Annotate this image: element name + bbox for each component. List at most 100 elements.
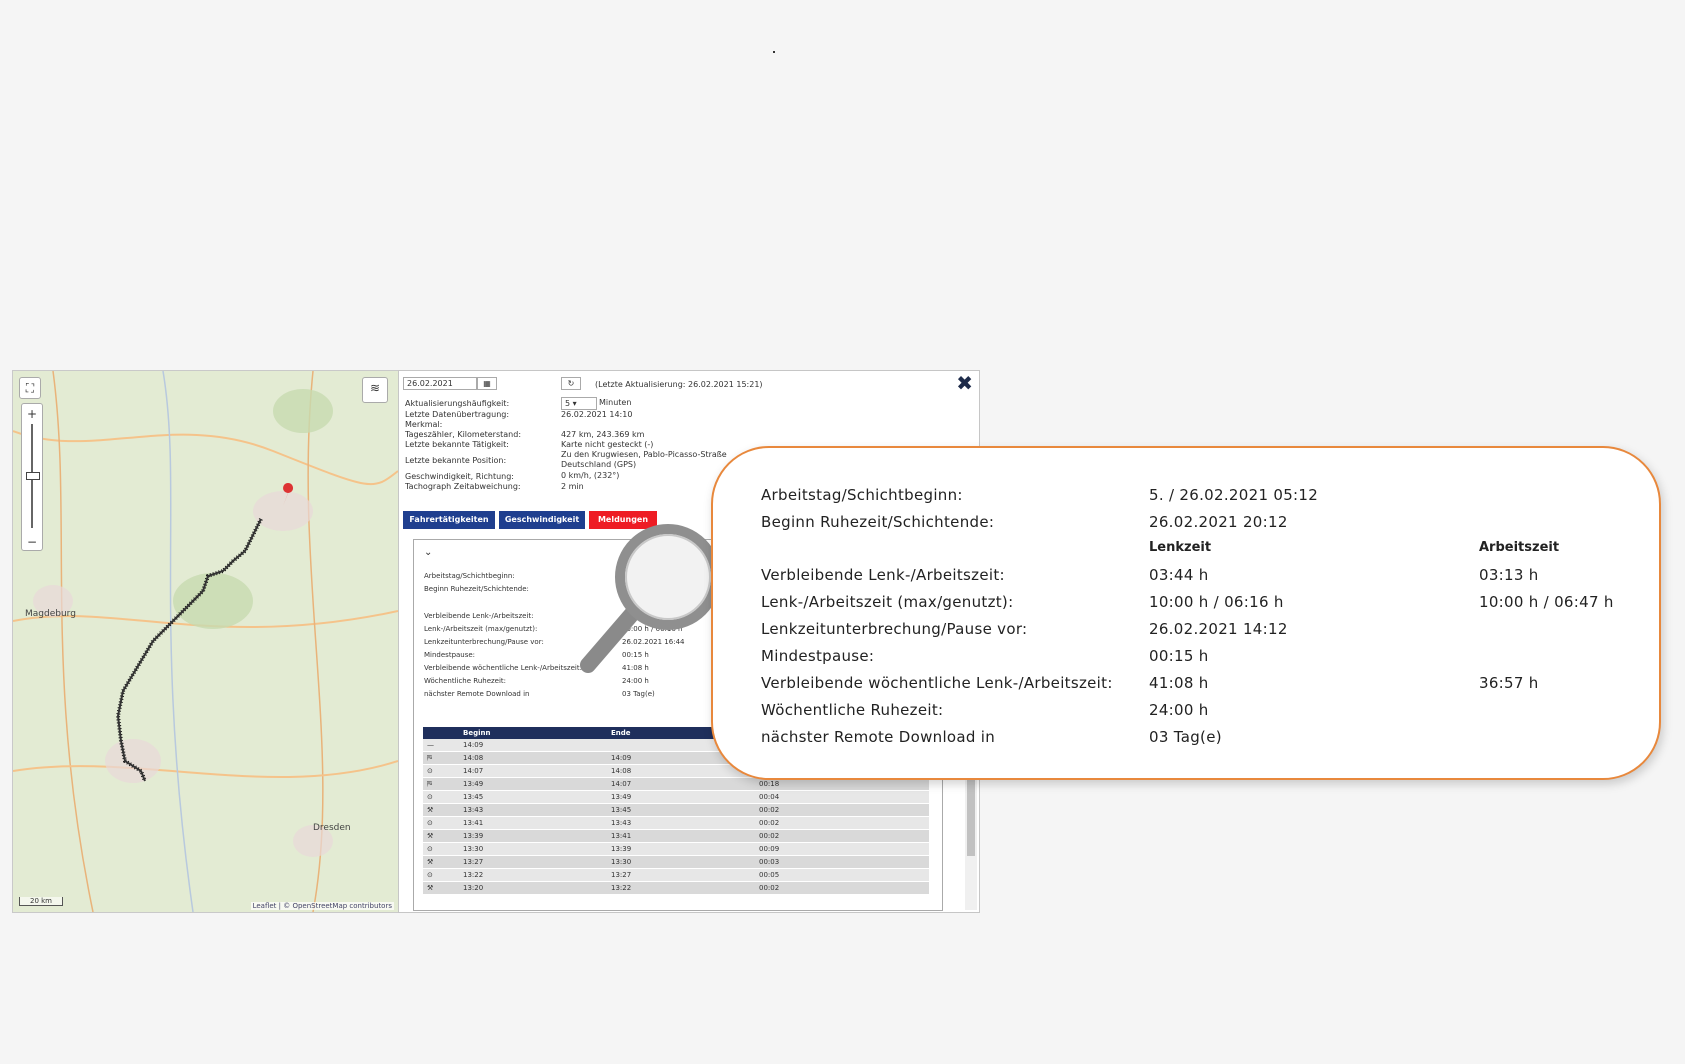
table-cell: 13:20 — [459, 881, 607, 895]
table-cell: 13:43 — [607, 816, 755, 830]
info-label: Geschwindigkeit, Richtung: — [405, 472, 514, 481]
callout-value: 41:08 h — [1149, 674, 1209, 692]
table-cell: 13:30 — [459, 842, 607, 856]
callout-value: 03:44 h — [1149, 566, 1209, 584]
refresh-interval-select[interactable]: 5 ▾ — [561, 397, 597, 410]
callout-label: Mindestpause: — [761, 647, 875, 665]
table-row[interactable]: ⚒ 13:43 13:45 00:02 — [423, 803, 929, 817]
table-row[interactable]: ⊙ 13:22 13:27 00:05 — [423, 868, 929, 882]
table-row[interactable]: ⊙ 13:30 13:39 00:09 — [423, 842, 929, 856]
magnifier-icon — [580, 524, 721, 673]
info-label: Merkmal: — [405, 420, 443, 429]
table-cell: 13:27 — [459, 855, 607, 869]
table-cell: 13:45 — [459, 790, 607, 804]
table-cell: 13:49 — [459, 777, 607, 791]
callout-value-arbeitszeit: 10:00 h / 06:47 h — [1479, 593, 1614, 611]
table-cell: 13:27 — [607, 868, 755, 882]
info-value: Deutschland (GPS) — [561, 460, 637, 469]
table-cell: 13:41 — [607, 829, 755, 843]
table-cell: 14:08 — [459, 751, 607, 765]
inner-label: Arbeitstag/Schichtbeginn: — [424, 572, 515, 580]
callout-value: 26.02.2021 20:12 — [1149, 513, 1288, 531]
activity-icon: ⛿ — [423, 751, 459, 765]
chevron-down-icon[interactable]: ⌄ — [424, 548, 432, 558]
activity-icon: ⊙ — [423, 868, 459, 882]
inner-label: nächster Remote Download in — [424, 690, 530, 698]
table-cell: 13:22 — [607, 881, 755, 895]
table-row[interactable]: ⚒ 13:39 13:41 00:02 — [423, 829, 929, 843]
activity-icon: ⊙ — [423, 842, 459, 856]
close-icon[interactable]: ✖ — [956, 371, 973, 395]
zoom-slider[interactable]: + − — [21, 403, 43, 551]
inner-label: Wöchentliche Ruhezeit: — [424, 677, 507, 685]
table-cell: 00:03 — [755, 855, 929, 869]
table-row[interactable]: ⚒ 13:20 13:22 00:02 — [423, 881, 929, 895]
callout-value: 00:15 h — [1149, 647, 1209, 665]
last-update-text: (Letzte Aktualisierung: 26.02.2021 15:21… — [595, 380, 763, 389]
inner-label: Verbleibende Lenk-/Arbeitszeit: — [424, 612, 534, 620]
callout-value: 5. / 26.02.2021 05:12 — [1149, 486, 1319, 504]
callout-value: 10:00 h / 06:16 h — [1149, 593, 1284, 611]
table-cell: 13:30 — [607, 855, 755, 869]
table-cell: 14:09 — [459, 739, 607, 752]
callout-label: Beginn Ruhezeit/Schichtende: — [761, 513, 995, 531]
callout-value-arbeitszeit: 36:57 h — [1479, 674, 1539, 692]
map-scale: 20 km — [19, 897, 64, 906]
table-cell: 00:02 — [755, 816, 929, 830]
callout-label: Verbleibende Lenk-/Arbeitszeit: — [761, 566, 1005, 584]
table-cell: 13:45 — [607, 803, 755, 817]
callout-value: 24:00 h — [1149, 701, 1209, 719]
activity-icon: ⊙ — [423, 816, 459, 830]
calendar-icon[interactable]: ▦ — [477, 377, 497, 390]
refresh-unit: Minuten — [599, 398, 632, 407]
refresh-icon[interactable]: ↻ — [561, 377, 581, 390]
map-label-magdeburg: Magdeburg — [25, 609, 76, 619]
layers-icon[interactable]: ≋ — [362, 377, 388, 403]
route-map[interactable]: ⛶ + − ≋ Magdeburg Dresden 20 km Leaflet … — [12, 370, 399, 913]
activity-icon: ⛿ — [423, 777, 459, 791]
table-cell: 14:07 — [607, 777, 755, 791]
info-value: 0 km/h, (232°) — [561, 471, 620, 480]
tab-fahrertaetigkeiten[interactable]: Fahrertätigkeiten — [403, 511, 495, 529]
table-header[interactable]: Beginn — [459, 727, 607, 739]
table-cell: 14:07 — [459, 764, 607, 778]
info-label: Aktualisierungshäufigkeit: — [405, 399, 510, 408]
fullscreen-icon[interactable]: ⛶ — [19, 377, 41, 399]
column-header-arbeitszeit: Arbeitszeit — [1479, 540, 1560, 555]
inner-label: Mindestpause: — [424, 651, 476, 659]
info-value: 26.02.2021 14:10 — [561, 410, 633, 419]
table-row[interactable]: ⊙ 13:45 13:49 00:04 — [423, 790, 929, 804]
callout-label: Verbleibende wöchentliche Lenk-/Arbeitsz… — [761, 674, 1113, 692]
info-value: 2 min — [561, 482, 584, 491]
zoom-knob[interactable] — [26, 472, 40, 480]
info-label: Tageszähler, Kilometerstand: — [405, 430, 522, 439]
map-label-dresden: Dresden — [313, 823, 351, 833]
refresh-interval-value: 5 — [565, 399, 571, 408]
activity-icon: ⊙ — [423, 764, 459, 778]
zoom-out-button[interactable]: − — [22, 532, 42, 550]
info-value: Zu den Krugwiesen, Pablo-Picasso-Straße — [561, 450, 727, 459]
table-cell: 13:49 — [607, 790, 755, 804]
callout-label: Lenk-/Arbeitszeit (max/genutzt): — [761, 593, 1014, 611]
map-attribution[interactable]: Leaflet | © OpenStreetMap contributors — [250, 902, 394, 910]
scrollbar-thumb[interactable] — [967, 776, 975, 856]
table-header[interactable] — [423, 727, 459, 739]
inner-label: Beginn Ruhezeit/Schichtende: — [424, 585, 529, 593]
info-label: Letzte bekannte Position: — [405, 456, 507, 465]
callout-label: nächster Remote Download in — [761, 728, 996, 746]
callout-label: Lenkzeitunterbrechung/Pause vor: — [761, 620, 1028, 638]
panel-scrollbar[interactable] — [965, 770, 977, 910]
date-field[interactable]: 26.02.2021 — [403, 377, 477, 390]
activity-icon: ⚒ — [423, 803, 459, 817]
inner-label: Lenk-/Arbeitszeit (max/genutzt): — [424, 625, 538, 633]
table-row[interactable]: ⊙ 13:41 13:43 00:02 — [423, 816, 929, 830]
info-label: Letzte bekannte Tätigkeit: — [405, 440, 509, 449]
table-cell: 00:04 — [755, 790, 929, 804]
table-row[interactable]: ⚒ 13:27 13:30 00:03 — [423, 855, 929, 869]
zoom-in-button[interactable]: + — [22, 404, 42, 422]
table-cell: 00:02 — [755, 881, 929, 895]
callout-label: Arbeitstag/Schichtbeginn: — [761, 486, 963, 504]
callout-value: 26.02.2021 14:12 — [1149, 620, 1288, 638]
activity-icon: ⚒ — [423, 855, 459, 869]
info-label: Tachograph Zeitabweichung: — [405, 482, 521, 491]
